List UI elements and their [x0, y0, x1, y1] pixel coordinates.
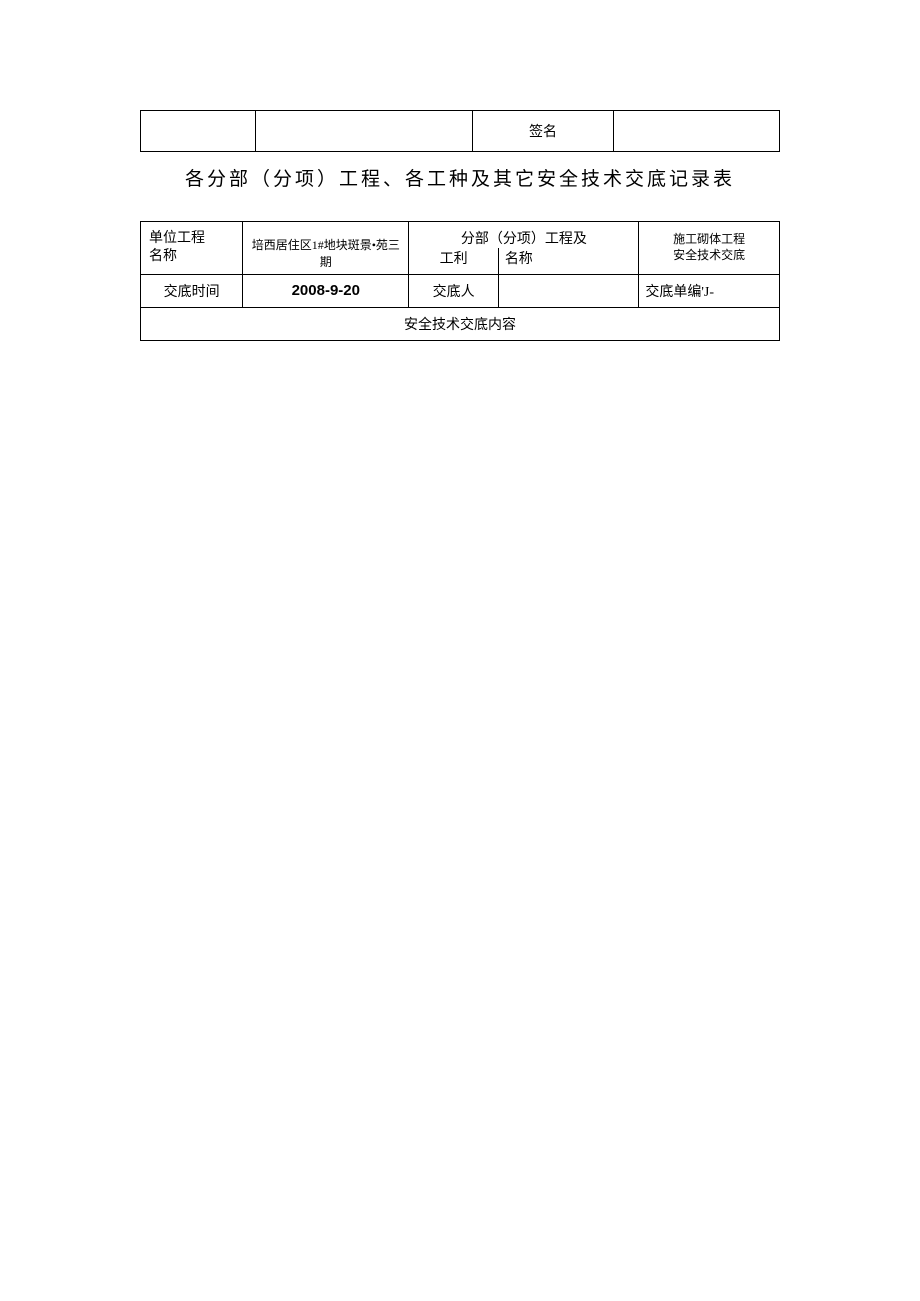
signature-value-cell: [613, 111, 779, 152]
disclosure-time-label: 交底时间: [141, 275, 243, 308]
subproject-right-cell: 名称: [498, 248, 639, 275]
top-signature-table: 签名: [140, 110, 780, 152]
construction-line2: 安全技术交底: [643, 248, 775, 264]
document-title: 各分部（分项）工程、各工种及其它安全技术交底记录表: [140, 152, 780, 221]
signature-label-cell: 签名: [473, 111, 614, 152]
project-value-text: 培西居住区1#地块斑景•苑三期: [252, 238, 400, 269]
signature-label: 签名: [529, 125, 557, 140]
subproject-line1: 分部（分项）工程及: [461, 232, 587, 247]
unit-label-line2: 名称: [149, 248, 238, 266]
subproject-left-cell: 工利: [409, 248, 498, 275]
content-heading-cell: 安全技术交底内容: [141, 308, 780, 341]
disclosure-unit-label: 交底单编'J-: [639, 275, 780, 308]
unit-project-name-label: 单位工程 名称: [141, 222, 243, 275]
disclosure-person-value: [498, 275, 639, 308]
top-cell-1: [141, 111, 256, 152]
subproject-label-top: 分部（分项）工程及: [409, 222, 639, 249]
unit-label-line1: 单位工程: [149, 230, 238, 248]
construction-type-cell: 施工砌体工程 安全技术交底: [639, 222, 780, 275]
disclosure-person-label: 交底人: [409, 275, 498, 308]
main-record-table: 单位工程 名称 培西居住区1#地块斑景•苑三期 分部（分项）工程及 施工砌体工程…: [140, 221, 780, 341]
subproject-right-text: 名称: [505, 252, 533, 267]
unit-project-name-value: 培西居住区1#地块斑景•苑三期: [243, 222, 409, 275]
subproject-left-text: 工利: [440, 252, 468, 267]
top-cell-2: [256, 111, 473, 152]
content-heading: 安全技术交底内容: [404, 318, 516, 333]
disclosure-time-value: 2008-9-20: [243, 275, 409, 308]
construction-line1: 施工砌体工程: [643, 232, 775, 248]
